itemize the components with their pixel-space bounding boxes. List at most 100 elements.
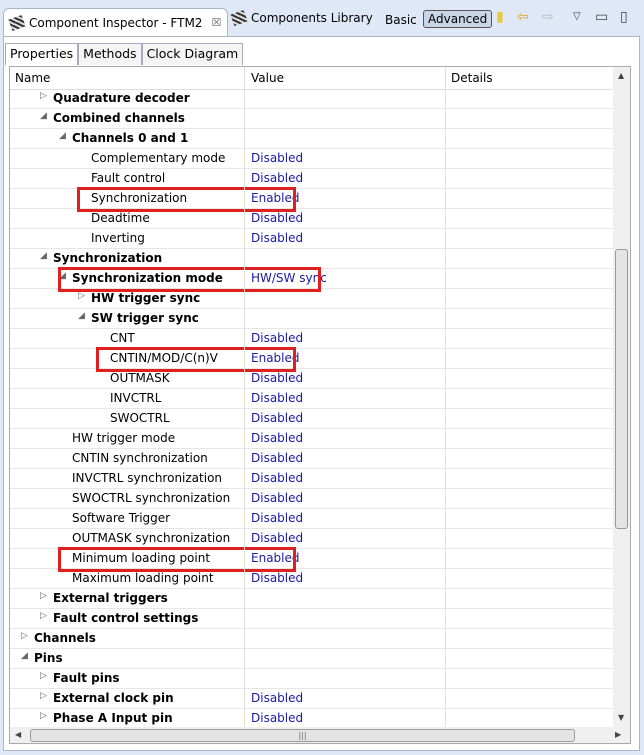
property-name: SWOCTRL (110, 411, 170, 425)
table-row[interactable]: ▷ Fault pins (10, 669, 613, 689)
property-name: Quadrature decoder (53, 91, 190, 105)
expanded-triangle-icon[interactable]: ◢ (59, 131, 66, 141)
property-value[interactable]: Disabled (251, 391, 303, 405)
table-row[interactable]: ◢ Channels 0 and 1 (10, 129, 613, 149)
table-row[interactable]: ◢ Pins (10, 649, 613, 669)
horizontal-scrollbar[interactable]: ◀ ||| ▶ (10, 727, 630, 743)
column-header-details[interactable]: Details (451, 71, 493, 85)
property-value[interactable]: Disabled (251, 151, 303, 165)
table-row[interactable]: ▷ Channels (10, 629, 613, 649)
table-row[interactable]: INVCTRL Disabled (10, 389, 613, 409)
column-divider (244, 67, 245, 727)
view-menu-icon[interactable]: ▽ (573, 11, 581, 22)
property-value[interactable]: Disabled (251, 211, 303, 225)
property-value[interactable]: Disabled (251, 231, 303, 245)
scroll-right-icon[interactable]: ▶ (615, 730, 621, 739)
table-row[interactable]: INVCTRL synchronization Disabled (10, 469, 613, 489)
maximize-icon[interactable]: ▯ (620, 9, 628, 25)
collapsed-triangle-icon[interactable]: ▷ (40, 591, 47, 601)
property-value[interactable]: Disabled (251, 491, 303, 505)
table-row[interactable]: CNTIN synchronization Disabled (10, 449, 613, 469)
table-row[interactable]: Deadtime Disabled (10, 209, 613, 229)
property-value[interactable]: Disabled (251, 471, 303, 485)
property-name: HW trigger mode (72, 431, 176, 445)
expanded-triangle-icon[interactable]: ◢ (40, 251, 47, 261)
advanced-mode-button[interactable]: Advanced (423, 10, 493, 28)
horizontal-scroll-thumb[interactable]: ||| (30, 729, 575, 742)
subtab-methods[interactable]: Methods (78, 43, 142, 65)
table-row[interactable]: SWOCTRL Disabled (10, 409, 613, 429)
table-row[interactable]: Software Trigger Disabled (10, 509, 613, 529)
table-row[interactable]: Fault control Disabled (10, 169, 613, 189)
component-icon (230, 9, 248, 27)
property-value[interactable]: Disabled (251, 691, 303, 705)
tab-components-library[interactable]: Components Library (230, 9, 373, 27)
table-row[interactable]: Maximum loading point Disabled (10, 569, 613, 589)
table-row[interactable]: OUTMASK Disabled (10, 369, 613, 389)
property-name: OUTMASK (110, 371, 170, 385)
minimize-icon[interactable]: ▭ (595, 9, 608, 25)
property-name: Fault control settings (53, 611, 199, 625)
back-arrow-icon[interactable]: ⇦ (517, 9, 529, 25)
property-value[interactable]: Disabled (251, 531, 303, 545)
collapsed-triangle-icon[interactable]: ▷ (40, 691, 47, 701)
table-row[interactable]: OUTMASK synchronization Disabled (10, 529, 613, 549)
scroll-down-icon[interactable]: ▼ (618, 713, 624, 722)
basic-mode-button[interactable]: Basic (385, 13, 417, 27)
table-row[interactable]: HW trigger mode Disabled (10, 429, 613, 449)
table-row[interactable]: ◢ SW trigger sync (10, 309, 613, 329)
vertical-scroll-thumb[interactable] (615, 249, 628, 529)
collapsed-triangle-icon[interactable]: ▷ (21, 631, 28, 641)
vertical-scrollbar[interactable]: ▲ ▼ (613, 67, 630, 727)
property-name: Channels 0 and 1 (72, 131, 189, 145)
table-row[interactable]: ▷ External triggers (10, 589, 613, 609)
column-header-value[interactable]: Value (251, 71, 284, 85)
table-row[interactable]: Complementary mode Disabled (10, 149, 613, 169)
scroll-left-icon[interactable]: ◀ (15, 730, 21, 739)
property-value[interactable]: Disabled (251, 411, 303, 425)
property-value[interactable]: Disabled (251, 331, 303, 345)
property-value[interactable]: Disabled (251, 171, 303, 185)
property-name: Phase A Input pin (53, 711, 173, 725)
expanded-triangle-icon[interactable]: ◢ (78, 311, 85, 321)
property-value[interactable]: Disabled (251, 371, 303, 385)
column-header-name[interactable]: Name (15, 71, 50, 85)
table-row[interactable]: ▷ HW trigger sync (10, 289, 613, 309)
table-row[interactable]: ▷ External clock pin Disabled (10, 689, 613, 709)
property-name: Software Trigger (72, 511, 171, 525)
property-name: External clock pin (53, 691, 174, 705)
subtab-properties[interactable]: Properties (5, 43, 79, 65)
table-row[interactable]: ▷ Fault control settings (10, 609, 613, 629)
table-row[interactable]: Inverting Disabled (10, 229, 613, 249)
collapsed-triangle-icon[interactable]: ▷ (40, 711, 47, 721)
table-row[interactable]: ◢ Combined channels (10, 109, 613, 129)
expanded-triangle-icon[interactable]: ◢ (21, 651, 28, 661)
property-value[interactable]: Disabled (251, 431, 303, 445)
property-value[interactable]: Disabled (251, 711, 303, 725)
collapsed-triangle-icon[interactable]: ▷ (40, 91, 47, 101)
property-value[interactable]: Disabled (251, 571, 303, 585)
subtab-bar: Properties Methods Clock Diagram (5, 43, 244, 65)
property-value[interactable]: Disabled (251, 511, 303, 525)
property-name: INVCTRL (110, 391, 162, 405)
table-row[interactable]: ◢ Synchronization (10, 249, 613, 269)
component-icon (8, 14, 26, 31)
table-row[interactable]: ▷ Quadrature decoder (10, 89, 613, 109)
property-value[interactable]: Disabled (251, 451, 303, 465)
properties-table: Name Value Details ▷ Quadrature decoder ◢ C… (9, 66, 631, 744)
table-row[interactable]: SWOCTRL synchronization Disabled (10, 489, 613, 509)
property-name: Channels (34, 631, 96, 645)
collapsed-triangle-icon[interactable]: ▷ (78, 291, 85, 301)
expanded-triangle-icon[interactable]: ◢ (40, 111, 47, 121)
table-row[interactable]: CNT Disabled (10, 329, 613, 349)
close-icon[interactable]: ☒ (211, 16, 221, 29)
new-note-icon[interactable]: ▮ (496, 9, 504, 25)
tab-component-inspector[interactable]: Component Inspector - FTM2 ☒ (3, 8, 228, 36)
property-name: Fault pins (53, 671, 120, 685)
collapsed-triangle-icon[interactable]: ▷ (40, 611, 47, 621)
table-row[interactable]: ▷ Phase A Input pin Disabled (10, 709, 613, 729)
collapsed-triangle-icon[interactable]: ▷ (40, 671, 47, 681)
forward-arrow-icon[interactable]: ⇨ (542, 9, 554, 25)
scroll-up-icon[interactable]: ▲ (618, 71, 624, 80)
subtab-clock-diagram[interactable]: Clock Diagram (141, 43, 244, 65)
